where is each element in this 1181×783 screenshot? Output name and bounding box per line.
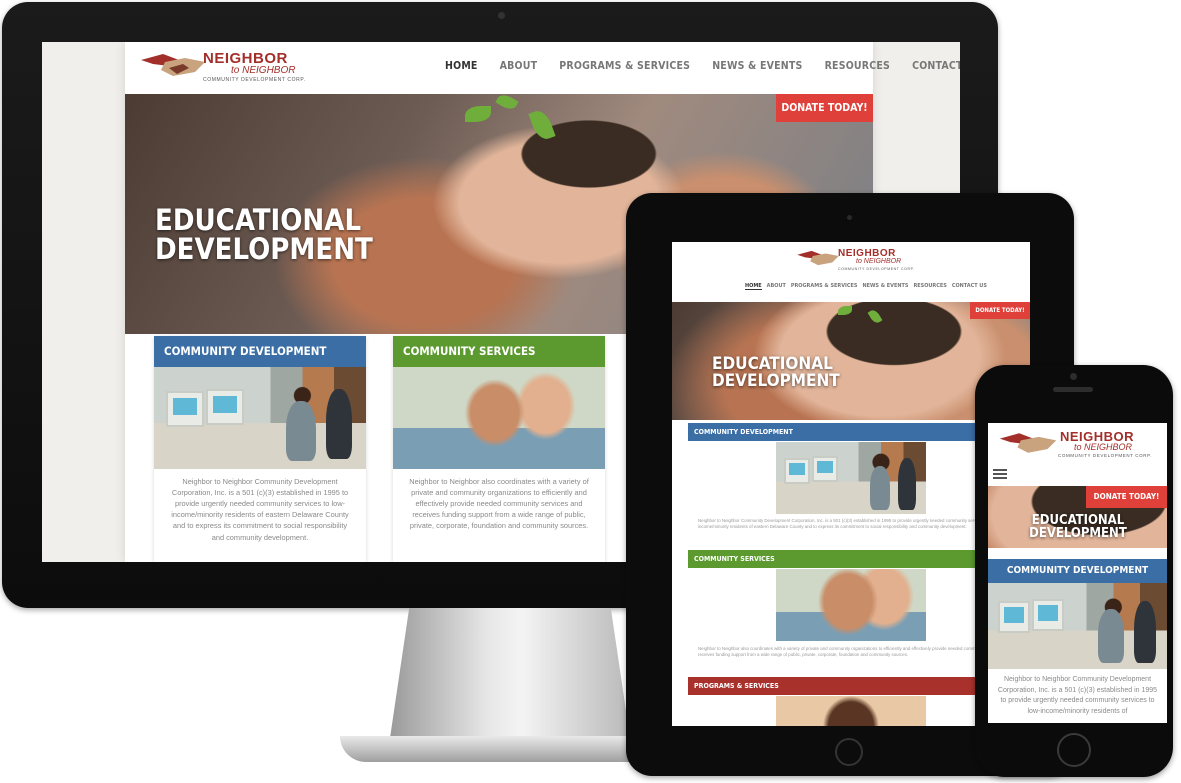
- logo-text-line2: to NEIGHBOR: [231, 65, 296, 76]
- computer-lab-photo: [154, 367, 366, 469]
- student-figure: [870, 466, 890, 510]
- student-figure: [898, 458, 916, 510]
- computer-monitor-shape: [784, 458, 810, 484]
- hero-title: EDUCATIONAL DEVELOPMENT: [712, 356, 840, 391]
- computer-monitor-shape: [998, 601, 1030, 633]
- site-logo[interactable]: NEIGHBOR to NEIGHBOR COMMUNITY DEVELOPME…: [796, 248, 914, 274]
- nav-programs-services[interactable]: PROGRAMS & SERVICES: [559, 60, 690, 76]
- hero-title-line2: DEVELOPMENT: [155, 232, 373, 266]
- computer-monitor-shape: [812, 456, 838, 482]
- donate-button[interactable]: DONATE TODAY!: [970, 302, 1030, 319]
- main-nav: HOME ABOUT PROGRAMS & SERVICES NEWS & EV…: [445, 60, 960, 76]
- sprout-leaf: [495, 94, 519, 113]
- hero-title: EDUCATIONAL DEVELOPMENT: [1018, 514, 1138, 540]
- nav-news-events[interactable]: NEWS & EVENTS: [712, 60, 802, 76]
- logo-text-line2: to NEIGHBOR: [1074, 442, 1133, 452]
- home-button[interactable]: [1057, 733, 1091, 767]
- main-nav: HOME ABOUT PROGRAMS & SERVICES NEWS & EV…: [745, 283, 987, 290]
- logo-text-line3: COMMUNITY DEVELOPMENT CORP.: [1058, 453, 1152, 458]
- handshake-icon: [999, 433, 1057, 453]
- card-description: Neighbor to Neighbor also coordinates wi…: [409, 477, 589, 531]
- sprout-leaf: [867, 308, 883, 325]
- student-figure: [326, 389, 352, 459]
- donate-button[interactable]: DONATE TODAY!: [1086, 486, 1167, 508]
- site-header: NEIGHBOR to NEIGHBOR COMMUNITY DEVELOPME…: [125, 42, 960, 94]
- monitor-stand: [390, 608, 630, 738]
- nav-about[interactable]: ABOUT: [767, 283, 786, 290]
- student-figure: [286, 401, 316, 461]
- nav-about[interactable]: ABOUT: [500, 60, 538, 76]
- computer-monitor-shape: [1032, 599, 1064, 631]
- site-logo[interactable]: NEIGHBOR to NEIGHBOR COMMUNITY DEVELOPME…: [998, 429, 1163, 463]
- computer-monitor-shape: [166, 391, 204, 427]
- home-button[interactable]: [835, 738, 863, 766]
- family-photo: [776, 569, 926, 641]
- hero-banner: EDUCATIONAL DEVELOPMENT DONATE TODAY!: [988, 486, 1167, 548]
- sprout-leaf: [465, 106, 491, 122]
- speaker-grille: [1053, 387, 1093, 392]
- camera-icon: [1070, 373, 1077, 380]
- logo-text-line3: COMMUNITY DEVELOPMENT CORP.: [838, 267, 915, 271]
- programs-photo: [776, 696, 926, 726]
- hamburger-icon[interactable]: [993, 469, 1007, 481]
- sprout-leaf: [528, 107, 556, 143]
- nav-programs-services[interactable]: PROGRAMS & SERVICES: [791, 283, 858, 290]
- nav-news-events[interactable]: NEWS & EVENTS: [862, 283, 908, 290]
- section-description: Neighbor to Neighbor Community Developme…: [997, 676, 1158, 715]
- nav-home[interactable]: HOME: [445, 60, 478, 76]
- student-figure: [1098, 609, 1124, 663]
- donate-button[interactable]: DONATE TODAY!: [776, 94, 873, 122]
- nav-home[interactable]: HOME: [745, 283, 762, 290]
- computer-lab-photo: [776, 442, 926, 514]
- card-title[interactable]: COMMUNITY DEVELOPMENT: [154, 336, 366, 367]
- phone-device: NEIGHBOR to NEIGHBOR COMMUNITY DEVELOPME…: [975, 365, 1173, 777]
- camera-icon: [498, 12, 505, 19]
- computer-monitor-shape: [206, 389, 244, 425]
- card-title[interactable]: COMMUNITY SERVICES: [393, 336, 605, 367]
- card-community-development: COMMUNITY DEVELOPMENT Neighbor to Neighb…: [154, 336, 366, 562]
- computer-lab-photo: [988, 583, 1167, 669]
- handshake-icon: [141, 54, 205, 76]
- nav-resources[interactable]: RESOURCES: [913, 283, 946, 290]
- site-logo[interactable]: NEIGHBOR to NEIGHBOR COMMUNITY DEVELOPME…: [139, 50, 309, 86]
- logo-text-line2: to NEIGHBOR: [856, 258, 902, 265]
- card-community-services: COMMUNITY SERVICES Neighbor to Neighbor …: [393, 336, 605, 562]
- family-photo: [393, 367, 605, 469]
- card-description: Neighbor to Neighbor Community Developme…: [171, 477, 349, 542]
- sprout-leaf: [838, 306, 852, 315]
- nav-contact-us[interactable]: CONTACT US: [952, 283, 987, 290]
- nav-resources[interactable]: RESOURCES: [825, 60, 891, 76]
- student-figure: [1134, 601, 1156, 663]
- section-community-development[interactable]: COMMUNITY DEVELOPMENT: [988, 559, 1167, 583]
- handshake-icon: [797, 250, 839, 266]
- hero-title-line2: DEVELOPMENT: [1029, 526, 1127, 541]
- hero-title-line1: EDUCATIONAL: [155, 203, 362, 237]
- hero-title-line2: DEVELOPMENT: [712, 371, 840, 391]
- logo-text-line3: COMMUNITY DEVELOPMENT CORP.: [203, 77, 306, 83]
- camera-icon: [847, 215, 852, 220]
- nav-contact-us[interactable]: CONTACT US: [912, 60, 960, 76]
- phone-screen: NEIGHBOR to NEIGHBOR COMMUNITY DEVELOPME…: [988, 423, 1167, 723]
- hero-title: EDUCATIONAL DEVELOPMENT: [155, 203, 373, 266]
